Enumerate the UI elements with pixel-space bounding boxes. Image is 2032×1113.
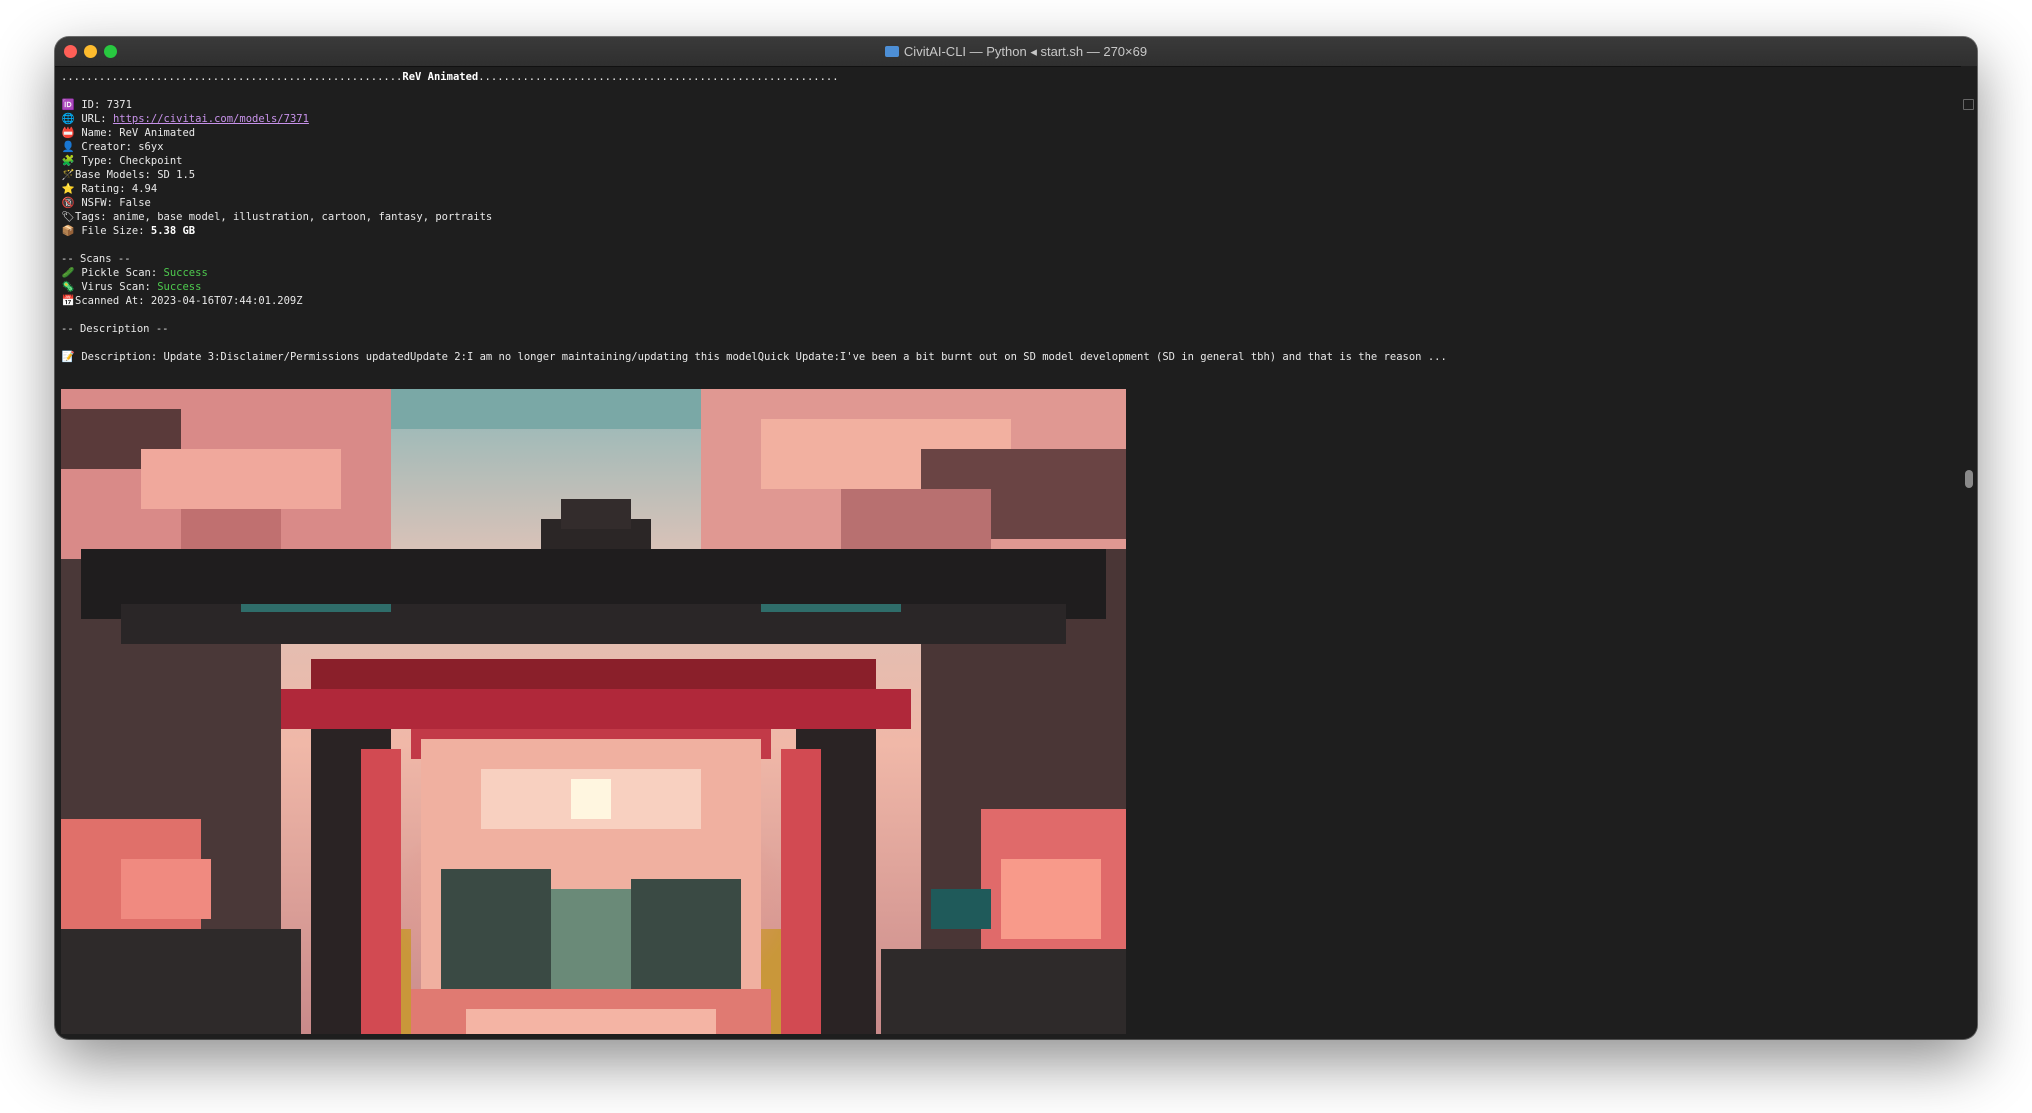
microbe-icon: 🦠 [61, 281, 75, 293]
type-label: Type: [81, 155, 120, 167]
window-title-text: CivitAI-CLI — Python ◂ start.sh — 270×69 [903, 44, 1148, 59]
virus-scan-label: Virus Scan: [81, 281, 158, 293]
torii-gate-pixel-art [61, 389, 1126, 1034]
name-badge-icon: 📛 [61, 127, 75, 139]
creator-line: 👤 Creator: s6yx [61, 140, 1941, 154]
type-value: Checkpoint [119, 155, 183, 167]
url-label: URL: [81, 113, 113, 125]
model-url-link[interactable]: https://civitai.com/models/7371 [113, 113, 309, 125]
pickle-scan-line: 🥒 Pickle Scan: Success [61, 266, 1941, 280]
pickle-scan-status: Success [163, 267, 208, 279]
header-dots-right: ........................................… [478, 71, 839, 83]
tags-label: Tags: [75, 211, 113, 223]
package-icon: 📦 [61, 225, 75, 237]
file-size-label: File Size: [81, 225, 151, 237]
calendar-icon: 📅 [61, 295, 75, 307]
description-value: Update 3:Disclaimer/Permissions updatedU… [163, 351, 1447, 363]
model-header-line: ........................................… [61, 70, 1941, 84]
name-value: ReV Animated [119, 127, 196, 139]
tag-icon: 🏷 [61, 211, 75, 223]
description-header: -- Description -- [61, 323, 169, 335]
scans-header: -- Scans -- [61, 253, 131, 265]
user-icon: 👤 [61, 141, 75, 153]
globe-icon: 🌐 [61, 113, 75, 125]
terminal-window: CivitAI-CLI — Python ◂ start.sh — 270×69… [55, 37, 1977, 1039]
virus-scan-line: 🦠 Virus Scan: Success [61, 280, 1941, 294]
virus-scan-status: Success [157, 281, 202, 293]
scanned-at-value: 2023-04-16T07:44:01.209Z [150, 295, 303, 307]
name-label: Name: [81, 127, 120, 139]
type-line: 🧩 Type: Checkpoint [61, 154, 1941, 168]
nsfw-line: 🔞 NSFW: False [61, 196, 1941, 210]
nsfw-label: NSFW: [81, 197, 120, 209]
id-icon: 🆔 [61, 99, 75, 111]
tags-line: 🏷Tags: anime, base model, illustration, … [61, 210, 1941, 224]
tags-value: anime, base model, illustration, cartoon… [112, 211, 493, 223]
puzzle-icon: 🧩 [61, 155, 75, 167]
id-line: 🆔 ID: 7371 [61, 98, 1941, 112]
wand-icon: 🪄 [61, 169, 75, 181]
description-label: Description: [81, 351, 164, 363]
base-models-value: SD 1.5 [157, 169, 196, 181]
scrollbar-thumb[interactable] [1965, 470, 1973, 488]
scanned-at-label: Scanned At: [75, 295, 151, 307]
star-icon: ⭐ [61, 183, 75, 195]
pickle-scan-label: Pickle Scan: [81, 267, 164, 279]
rating-value: 4.94 [131, 183, 158, 195]
model-preview-image [61, 389, 1126, 1034]
scroll-top-icon[interactable] [1963, 99, 1974, 110]
creator-value: s6yx [138, 141, 164, 153]
title-bar: CivitAI-CLI — Python ◂ start.sh — 270×69 [55, 37, 1977, 67]
id-value: 7371 [106, 99, 132, 111]
nsfw-icon: 🔞 [61, 197, 75, 209]
scanned-at-line: 📅Scanned At: 2023-04-16T07:44:01.209Z [61, 294, 1941, 308]
cucumber-icon: 🥒 [61, 267, 75, 279]
header-dots-left: ........................................… [61, 71, 403, 83]
folder-icon [884, 46, 899, 57]
vertical-scrollbar[interactable] [1961, 66, 1977, 1039]
nsfw-value: False [119, 197, 151, 209]
rating-label: Rating: [81, 183, 132, 195]
creator-label: Creator: [81, 141, 139, 153]
base-models-line: 🪄Base Models: SD 1.5 [61, 168, 1941, 182]
file-size-value: 5.38 GB [150, 225, 196, 237]
url-line: 🌐 URL: https://civitai.com/models/7371 [61, 112, 1941, 126]
model-title: ReV Animated [402, 71, 479, 83]
name-line: 📛 Name: ReV Animated [61, 126, 1941, 140]
description-line: 📝 Description: Update 3:Disclaimer/Permi… [61, 350, 1941, 364]
rating-line: ⭐ Rating: 4.94 [61, 182, 1941, 196]
base-models-label: Base Models: [75, 169, 158, 181]
id-label: ID: [81, 99, 107, 111]
file-size-line: 📦 File Size: 5.38 GB [61, 224, 1941, 238]
window-title: CivitAI-CLI — Python ◂ start.sh — 270×69 [55, 37, 1977, 66]
memo-icon: 📝 [61, 351, 75, 363]
